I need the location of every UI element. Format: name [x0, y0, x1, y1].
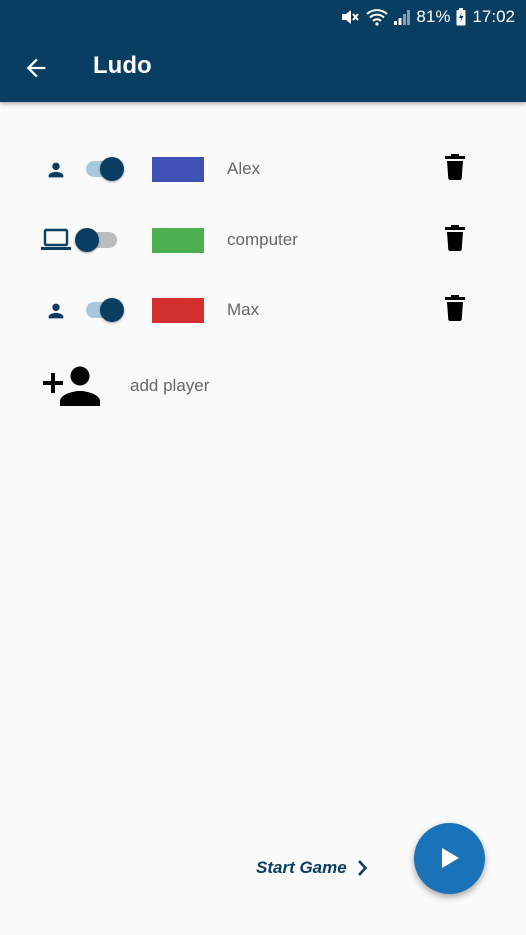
person-icon	[48, 162, 64, 178]
player-color-swatch[interactable]	[152, 157, 204, 182]
play-icon	[442, 848, 459, 868]
start-game-label: Start Game	[256, 858, 347, 877]
add-player-label: add player	[130, 376, 210, 395]
clock: 17:02	[472, 7, 515, 26]
person-add-icon	[43, 366, 100, 406]
player-name: Max	[227, 300, 260, 319]
person-icon	[48, 303, 64, 319]
player-name: computer	[227, 230, 298, 249]
start-game-button[interactable]: Start Game	[256, 856, 367, 880]
signal-icon	[394, 8, 411, 26]
toggle-thumb	[100, 298, 124, 322]
status-bar: 81% 17:02	[0, 0, 526, 34]
player-color-swatch[interactable]	[152, 228, 204, 253]
player-color-swatch[interactable]	[152, 298, 204, 323]
battery-percent: 81%	[416, 7, 451, 26]
laptop-icon	[41, 228, 71, 250]
trash-icon	[445, 154, 465, 181]
player-enabled-toggle[interactable]	[86, 295, 124, 325]
back-button[interactable]	[22, 54, 50, 82]
mute-icon	[340, 8, 360, 26]
delete-player-button[interactable]	[443, 224, 467, 252]
player-name: Alex	[227, 159, 261, 178]
trash-icon	[445, 225, 465, 252]
player-row: Max	[0, 280, 526, 340]
delete-player-button[interactable]	[443, 153, 467, 181]
player-row: Alex	[0, 139, 526, 199]
play-fab-button[interactable]	[414, 823, 485, 894]
toggle-thumb	[100, 157, 124, 181]
chevron-right-icon	[357, 860, 367, 876]
delete-player-button[interactable]	[443, 294, 467, 322]
player-row: computer	[0, 210, 526, 270]
arrow-back-icon	[26, 58, 46, 78]
status-icons: 81% 17:02	[340, 6, 515, 28]
trash-icon	[445, 295, 465, 322]
app-bar: Ludo	[0, 34, 526, 102]
player-enabled-toggle[interactable]	[86, 154, 124, 184]
battery-icon	[456, 8, 466, 26]
wifi-icon	[366, 8, 389, 26]
toggle-thumb	[75, 228, 99, 252]
player-enabled-toggle[interactable]	[75, 225, 120, 255]
page-title: Ludo	[93, 52, 152, 79]
add-player-button[interactable]: add player	[0, 362, 300, 410]
